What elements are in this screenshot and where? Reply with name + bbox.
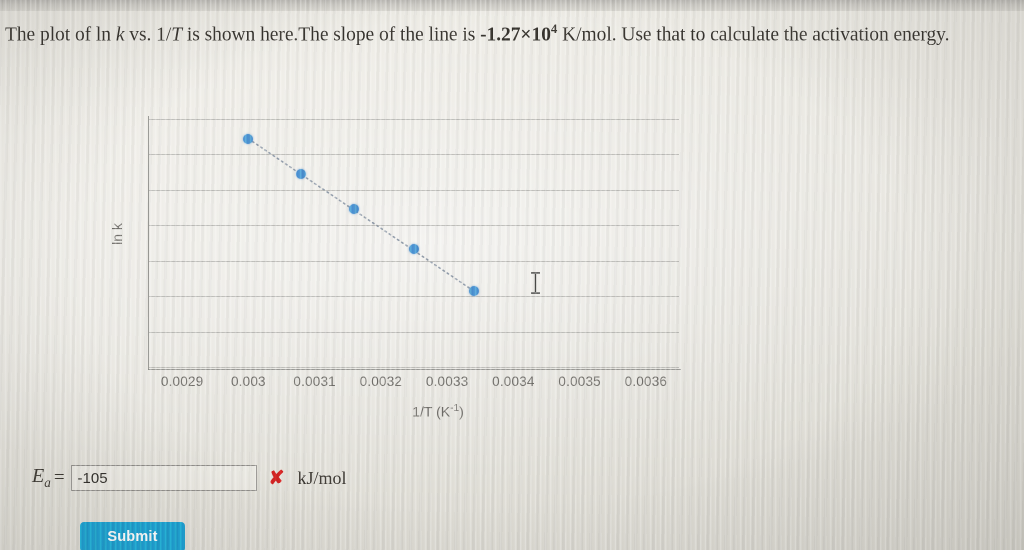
prompt-text-1: The plot of ln bbox=[5, 24, 116, 46]
prompt-text-3: is shown here.The slope of the line is bbox=[182, 24, 481, 46]
chart-x-axis-label: 1/T (K-1) bbox=[118, 403, 738, 420]
chart-gridline bbox=[149, 154, 679, 155]
chart-x-axis-label-base: 1/T (K bbox=[412, 403, 451, 420]
chart-gridline bbox=[149, 225, 679, 226]
chart-y-axis-label: ln k bbox=[108, 223, 125, 245]
chart-gridline bbox=[149, 367, 679, 368]
chart-gridline bbox=[149, 261, 679, 262]
ea-subscript: a bbox=[44, 475, 51, 490]
activation-energy-input[interactable] bbox=[70, 465, 257, 491]
chart-x-axis-label-close: ) bbox=[459, 403, 464, 420]
prompt-var-t: T bbox=[171, 24, 183, 46]
chart-data-point bbox=[468, 285, 479, 296]
ea-symbol: E bbox=[32, 465, 45, 487]
submit-button[interactable]: Submit bbox=[80, 522, 185, 550]
chart-x-tick-label: 0.0035 bbox=[558, 374, 601, 389]
prompt-text-2: vs. 1/ bbox=[124, 24, 172, 46]
chart-x-tick-label: 0.0029 bbox=[160, 374, 204, 389]
prompt-slope-value: -1.27×10 bbox=[480, 24, 551, 46]
chart-x-tick-label: 0.0036 bbox=[624, 374, 668, 389]
chart-gridline bbox=[149, 296, 679, 297]
chart-gridline bbox=[149, 119, 679, 120]
chart-x-tick-label: 0.003 bbox=[230, 374, 266, 389]
chart-plot-area bbox=[149, 119, 679, 368]
arrhenius-plot: ln k 1/T (K-1) 0.0029 0.003 0.0031 0.0032 0.… bbox=[109, 100, 718, 430]
chart-data-point bbox=[409, 243, 419, 254]
chart-x-tick-label: 0.0031 bbox=[293, 374, 336, 389]
activation-energy-label: Ea bbox=[32, 465, 51, 491]
screen-photo: The plot of ln k vs. 1/T is shown here.T… bbox=[0, 0, 1024, 550]
chart-gridline bbox=[149, 190, 679, 191]
chart-gridline bbox=[149, 332, 679, 333]
chart-x-tick-label: 0.0033 bbox=[425, 374, 469, 389]
window-top-bezel bbox=[0, 0, 1024, 11]
chart-x-axis-label-exponent: -1 bbox=[450, 403, 460, 414]
equals-sign: = bbox=[53, 467, 65, 488]
chart-x-tick-label: 0.0032 bbox=[359, 374, 403, 389]
prompt-text-4: K/mol. Use that to calculate the activat… bbox=[557, 24, 950, 46]
answer-unit-label: kJ/mol bbox=[297, 467, 347, 488]
incorrect-mark-icon: ✘ bbox=[268, 467, 285, 489]
question-prompt: The plot of ln k vs. 1/T is shown here.T… bbox=[5, 16, 1024, 49]
chart-x-axis-line bbox=[148, 369, 681, 370]
answer-row: Ea = ✘ kJ/mol bbox=[32, 462, 346, 494]
text-cursor-ibeam bbox=[531, 272, 540, 294]
chart-x-tick-label: 0.0034 bbox=[492, 374, 535, 389]
